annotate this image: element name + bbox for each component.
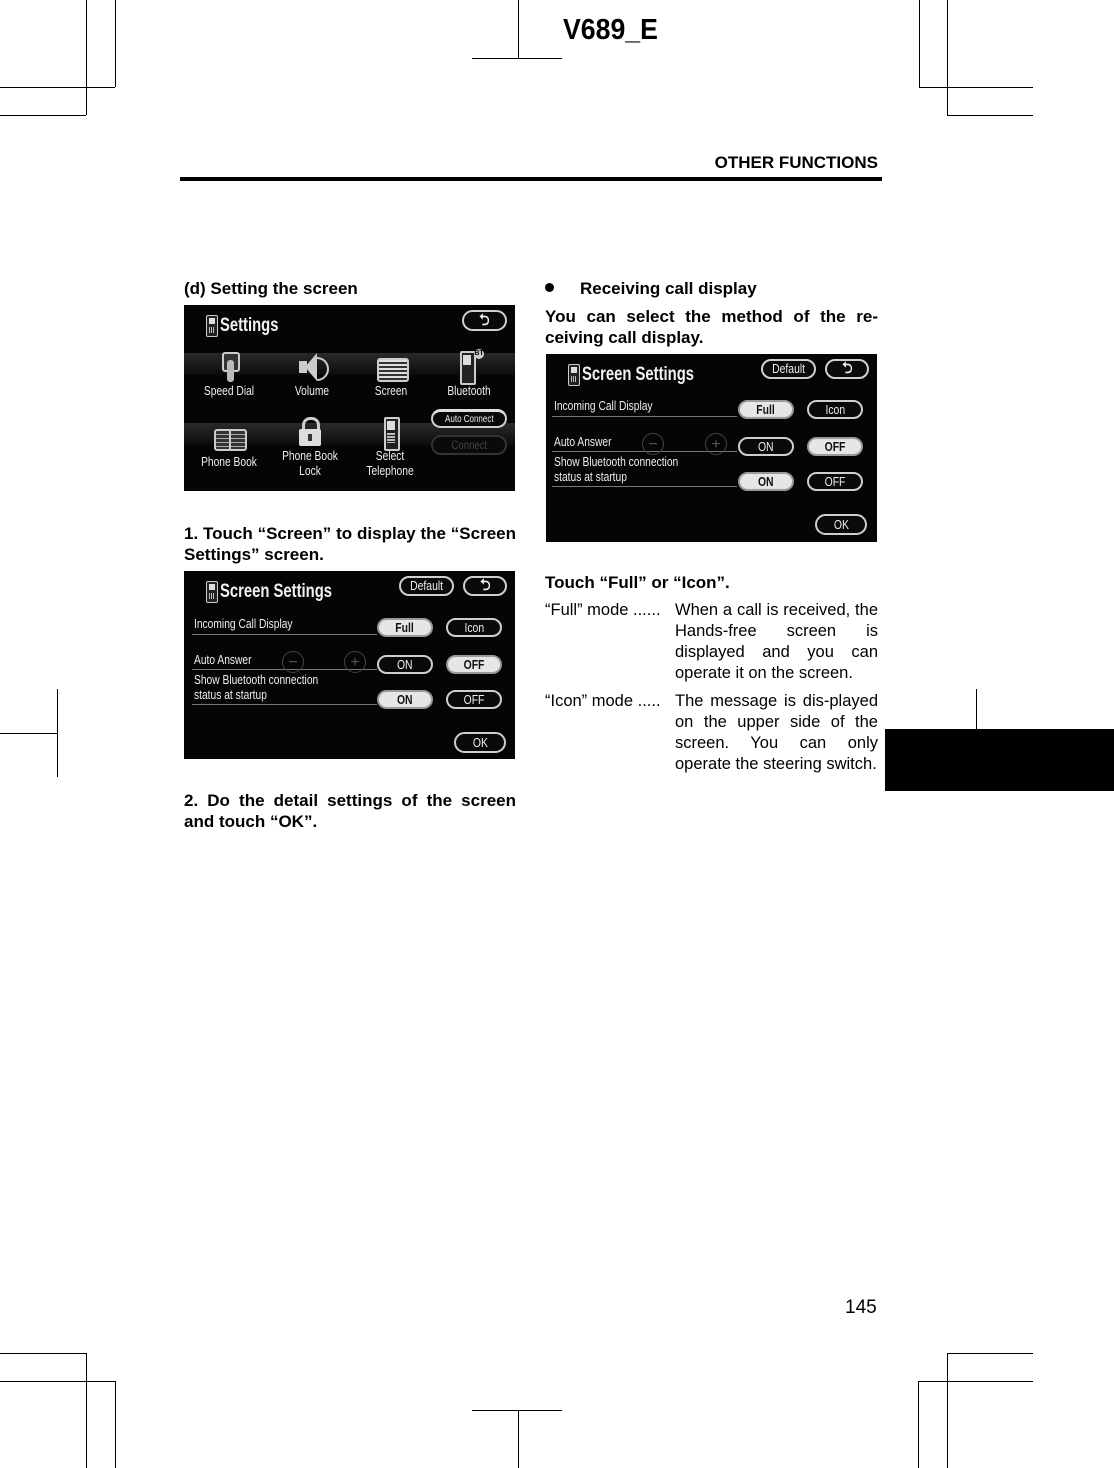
bt-status-on-button[interactable]: ON bbox=[738, 472, 794, 491]
auto-answer-off-button[interactable]: OFF bbox=[807, 437, 863, 456]
incoming-call-display-label: Incoming Call Display bbox=[554, 399, 653, 413]
full-button[interactable]: Full bbox=[377, 618, 433, 637]
plus-button[interactable]: + bbox=[705, 433, 727, 455]
default-button[interactable]: Default bbox=[399, 576, 454, 596]
phone-icon bbox=[568, 364, 580, 386]
section-title: OTHER FUNCTIONS bbox=[714, 153, 878, 172]
volume-button[interactable]: Volume bbox=[272, 350, 352, 399]
lock-icon bbox=[293, 415, 327, 449]
phone-book-lock-button[interactable]: Phone Book Lock bbox=[270, 415, 350, 479]
header-rule bbox=[180, 177, 882, 181]
full-mode-term: “Full” mode ...... bbox=[545, 601, 661, 619]
connect-button[interactable]: Connect bbox=[431, 435, 507, 455]
settings-title: Settings bbox=[220, 315, 279, 336]
speed-dial-button[interactable]: Speed Dial bbox=[189, 350, 269, 399]
back-button[interactable]: ⮌ bbox=[825, 359, 869, 379]
screen-button[interactable]: Screen bbox=[351, 350, 431, 399]
bullet-icon bbox=[545, 283, 554, 292]
bluetooth-phone-icon: BT bbox=[452, 347, 486, 385]
auto-answer-on-button[interactable]: ON bbox=[377, 655, 433, 674]
speaker-icon bbox=[295, 350, 329, 384]
step-2: 2. Do the detail settings of the screen … bbox=[184, 791, 516, 831]
bt-status-on-button[interactable]: ON bbox=[377, 690, 433, 709]
section-heading: (d) Setting the screen bbox=[184, 279, 358, 298]
default-button[interactable]: Default bbox=[761, 359, 816, 379]
back-button[interactable]: ⮌ bbox=[463, 576, 507, 596]
telephone-icon bbox=[373, 415, 407, 451]
minus-button[interactable]: − bbox=[282, 651, 304, 673]
phone-icon bbox=[206, 581, 218, 603]
bluetooth-status-label: Show Bluetooth connection status at start… bbox=[554, 455, 679, 484]
intro-text: You can select the method of the re-ceiv… bbox=[545, 307, 878, 347]
full-mode-text: When a call is received, the Hands-free … bbox=[675, 601, 878, 682]
back-arrow-icon: ⮌ bbox=[841, 360, 853, 377]
ok-button[interactable]: OK bbox=[815, 514, 867, 535]
auto-answer-off-button[interactable]: OFF bbox=[446, 655, 502, 674]
icon-mode-term: “Icon” mode ..... bbox=[545, 692, 661, 710]
back-arrow-icon: ⮌ bbox=[479, 577, 491, 594]
icon-mode-description: “Icon” mode ..... The message is dis-pla… bbox=[545, 691, 878, 796]
bluetooth-button[interactable]: BT Bluetooth bbox=[429, 347, 509, 399]
instruction-text: Touch “Full” or “Icon”. bbox=[545, 573, 730, 592]
minus-button[interactable]: − bbox=[642, 433, 664, 455]
phone-icon bbox=[206, 315, 218, 337]
bluetooth-status-label: Show Bluetooth connection status at start… bbox=[194, 673, 319, 702]
back-button[interactable]: ⮌ bbox=[462, 310, 507, 331]
auto-answer-label: Auto Answer bbox=[554, 435, 612, 449]
book-icon bbox=[212, 421, 247, 455]
auto-answer-on-button[interactable]: ON bbox=[738, 437, 794, 456]
ok-button[interactable]: OK bbox=[454, 732, 506, 753]
auto-connect-button[interactable]: Auto Connect bbox=[431, 409, 507, 428]
auto-answer-label: Auto Answer bbox=[194, 653, 252, 667]
settings-screenshot: Settings ⮌ Speed Dial Volume Screen BT B… bbox=[184, 305, 515, 491]
section-tab bbox=[885, 729, 1114, 791]
screen-icon bbox=[374, 350, 409, 384]
speed-dial-icon bbox=[212, 350, 246, 384]
bt-status-off-button[interactable]: OFF bbox=[446, 690, 502, 709]
plus-button[interactable]: + bbox=[344, 651, 366, 673]
step-1: 1. Touch “Screen” to display the “Screen… bbox=[184, 524, 516, 564]
select-telephone-button[interactable]: Select Telephone bbox=[350, 415, 430, 479]
screen-settings-title: Screen Settings bbox=[582, 364, 695, 385]
phone-book-button[interactable]: Phone Book bbox=[189, 421, 269, 470]
screen-settings-title: Screen Settings bbox=[220, 581, 333, 602]
icon-button[interactable]: Icon bbox=[807, 400, 863, 419]
screen-settings-screenshot-left: Screen Settings Default ⮌ Incoming Call … bbox=[184, 571, 515, 759]
document-code: V689_E bbox=[563, 14, 658, 46]
full-button[interactable]: Full bbox=[738, 400, 794, 419]
receiving-call-heading: Receiving call display bbox=[580, 279, 757, 298]
screen-settings-screenshot-right: Screen Settings Default ⮌ Incoming Call … bbox=[546, 354, 877, 542]
back-arrow-icon: ⮌ bbox=[479, 312, 490, 329]
icon-mode-text: The message is dis-played on the upper s… bbox=[675, 692, 878, 773]
full-mode-description: “Full” mode ...... When a call is receiv… bbox=[545, 600, 878, 684]
icon-button[interactable]: Icon bbox=[446, 618, 502, 637]
page-number: 145 bbox=[845, 1297, 877, 1318]
bt-status-off-button[interactable]: OFF bbox=[807, 472, 863, 491]
incoming-call-display-label: Incoming Call Display bbox=[194, 617, 293, 631]
